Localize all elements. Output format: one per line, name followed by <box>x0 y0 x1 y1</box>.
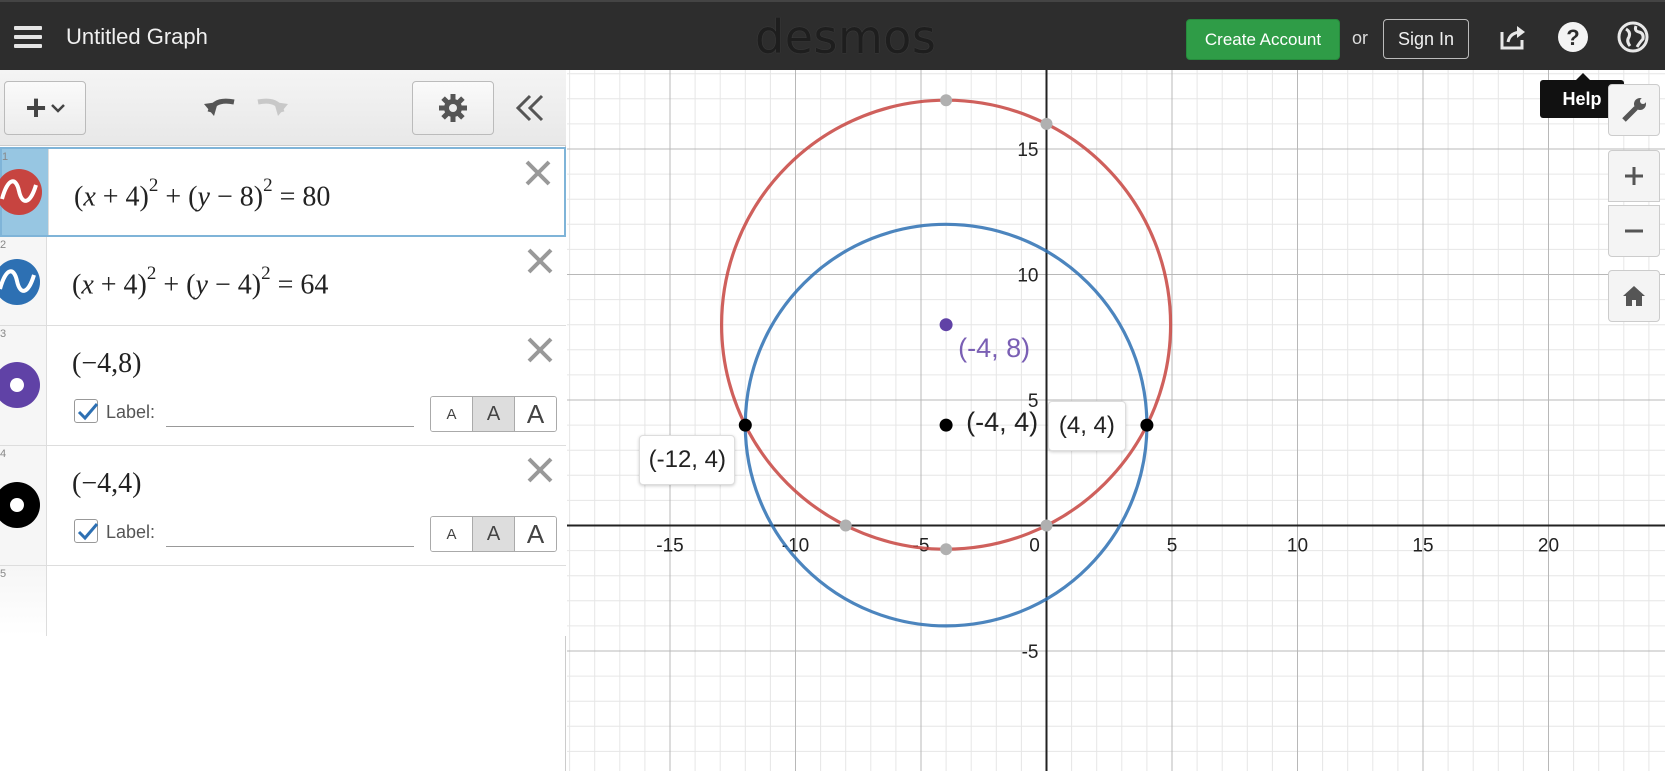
y-tick-label: 15 <box>1017 140 1038 161</box>
delete-expression-icon[interactable] <box>526 456 554 484</box>
label-size-group: A A A <box>430 396 557 432</box>
label-text: Label: <box>106 402 156 422</box>
graph-paper[interactable]: -15 -10 -5 0 5 10 15 20 15 10 5 -5 (-4, 8) (-4, 4) … <box>567 70 1665 771</box>
settings-gear-icon <box>439 94 467 122</box>
point-color-icon[interactable] <box>0 482 40 528</box>
graph-point-2[interactable] <box>939 418 953 432</box>
expression-tab[interactable]: 1 <box>0 149 49 235</box>
expression-tab[interactable]: 4 <box>0 446 47 565</box>
delete-expression-icon[interactable] <box>526 336 554 364</box>
expression-math[interactable]: (x + 4)2 + (y − 4)2 = 64 <box>72 263 328 301</box>
expression-toolbar: + <box>0 70 566 146</box>
curve-color-icon[interactable] <box>0 169 42 215</box>
point-of-interest[interactable] <box>940 543 953 556</box>
y-tick-label: 10 <box>1017 266 1038 287</box>
zoom-out-icon[interactable] <box>1608 205 1660 257</box>
or-text: or <box>1352 28 1369 48</box>
label-size-medium[interactable]: A <box>473 517 515 551</box>
collapse-panel-icon[interactable] <box>512 92 552 124</box>
expression-list-panel: + 1 (x + 4)2 + (y − 8)2 = 80 2 (x + 4)2 … <box>0 70 566 771</box>
graph-point-3[interactable] <box>738 418 752 432</box>
top-bar: Untitled Graph desmos Create Account or … <box>0 0 1665 70</box>
label-size-medium[interactable]: A <box>473 397 515 431</box>
delete-expression-icon[interactable] <box>524 159 552 187</box>
graph-point-1[interactable] <box>939 318 953 332</box>
expression-math[interactable]: (x + 4)2 + (y − 8)2 = 80 <box>74 175 330 213</box>
label-input[interactable] <box>166 399 414 427</box>
expression-math[interactable]: (−4,8) <box>72 348 141 380</box>
home-icon[interactable] <box>1608 270 1660 322</box>
x-tick-label: 0 <box>1029 536 1040 557</box>
undo-icon[interactable] <box>202 92 240 124</box>
expression-row-2[interactable]: 2 (x + 4)2 + (y − 4)2 = 64 <box>0 237 566 326</box>
x-tick-label: -15 <box>656 536 683 557</box>
intersection-label-left: (-12, 4) <box>639 435 736 486</box>
point-of-interest[interactable] <box>839 519 852 532</box>
x-tick-label: 20 <box>1538 536 1559 557</box>
wrench-icon[interactable] <box>1608 84 1660 136</box>
label-size-small[interactable]: A <box>431 517 473 551</box>
expression-math[interactable]: (−4,4) <box>72 468 141 500</box>
label-size-group: A A A <box>430 516 557 552</box>
label-checkbox[interactable] <box>74 519 99 543</box>
help-icon[interactable]: ? <box>1556 20 1590 54</box>
label-text: Label: <box>106 522 156 542</box>
point-of-interest[interactable] <box>1040 117 1053 130</box>
label-size-large[interactable]: A <box>515 397 556 431</box>
expression-row-5[interactable]: 5 <box>0 566 566 636</box>
menu-icon[interactable] <box>10 20 48 54</box>
x-tick-label: 10 <box>1287 536 1308 557</box>
label-size-small[interactable]: A <box>431 397 473 431</box>
desmos-logo: desmos <box>755 10 937 64</box>
settings-button[interactable] <box>412 81 494 135</box>
intersection-label-right: (4, 4) <box>1047 401 1126 452</box>
label-size-large[interactable]: A <box>515 517 556 551</box>
expression-tab[interactable]: 2 <box>0 237 47 325</box>
point-of-interest[interactable] <box>1040 519 1053 532</box>
svg-text:?: ? <box>1566 25 1579 50</box>
zoom-in-icon[interactable] <box>1608 150 1660 202</box>
redo-icon[interactable] <box>252 92 290 124</box>
language-globe-icon[interactable] <box>1616 20 1650 54</box>
point-label-purple: (-4, 8) <box>958 332 1031 363</box>
graph-title[interactable]: Untitled Graph <box>66 24 208 50</box>
graph-point-4[interactable] <box>1140 418 1154 432</box>
delete-expression-icon[interactable] <box>526 247 554 275</box>
x-tick-label: 5 <box>1167 536 1178 557</box>
create-account-button[interactable]: Create Account <box>1186 19 1340 60</box>
expression-tab[interactable]: 3 <box>0 326 47 445</box>
add-expression-button[interactable]: + <box>4 81 86 135</box>
x-tick-label: 15 <box>1412 536 1433 557</box>
curve-color-icon[interactable] <box>0 259 40 305</box>
y-tick-label: -5 <box>1022 642 1039 663</box>
point-of-interest[interactable] <box>940 94 953 107</box>
point-color-icon[interactable] <box>0 362 40 408</box>
expression-row-1[interactable]: 1 (x + 4)2 + (y − 8)2 = 80 <box>0 147 566 237</box>
sign-in-button[interactable]: Sign In <box>1383 19 1469 59</box>
add-expression-icon: + <box>25 87 47 128</box>
expression-row-4[interactable]: 4 (−4,4) Label: A A A <box>0 446 566 566</box>
expression-row-3[interactable]: 3 (−4,8) Label: A A A <box>0 326 566 446</box>
expression-tab[interactable]: 5 <box>0 566 47 636</box>
point-label-black: (-4, 4) <box>966 407 1039 438</box>
label-input[interactable] <box>166 519 414 547</box>
share-icon[interactable] <box>1496 20 1530 54</box>
label-checkbox[interactable] <box>74 399 99 423</box>
